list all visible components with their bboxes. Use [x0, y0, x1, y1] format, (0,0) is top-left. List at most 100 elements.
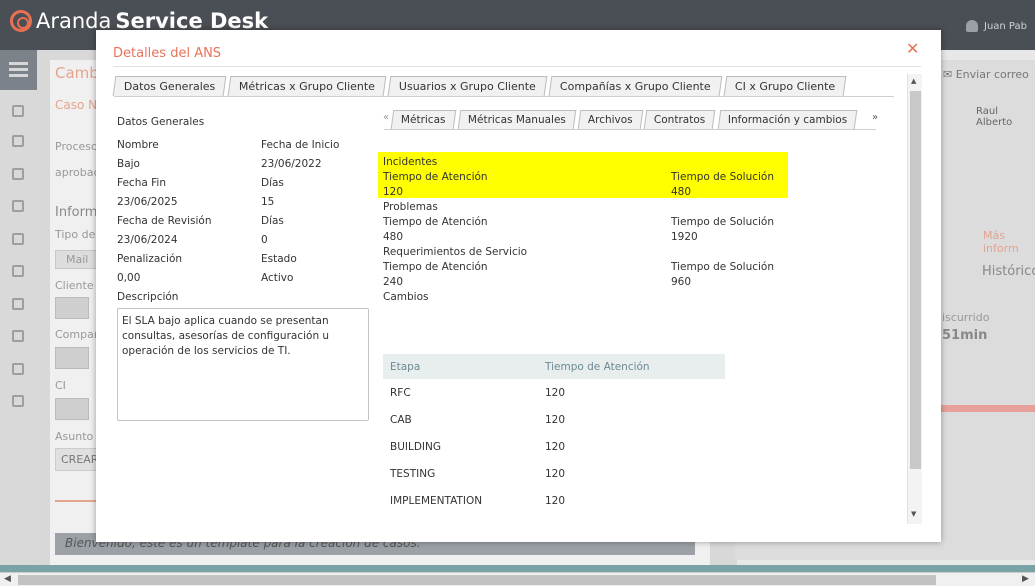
close-icon[interactable]: ✕ — [906, 39, 919, 58]
more-info-link[interactable]: Más inform — [983, 229, 1035, 255]
bg-text: Compañ — [55, 328, 101, 341]
cell-tiempo: 120 — [545, 494, 566, 507]
fire-icon[interactable] — [12, 233, 24, 245]
refresh-icon[interactable] — [12, 265, 24, 277]
cell-etapa: TESTING — [390, 467, 436, 480]
document-icon[interactable] — [12, 135, 24, 147]
requerimientos-atencion-label: Tiempo de Atención — [383, 261, 488, 273]
descripcion-label: Descripción — [117, 291, 179, 303]
ans-details-modal: Detalles del ANS ✕ Datos Generales Métri… — [96, 30, 941, 542]
incidentes-atencion-label: Tiempo de Atención — [383, 171, 488, 183]
elapsed-label: iscurrido — [942, 311, 990, 324]
modal-vertical-scrollbar[interactable]: ▲ ▼ — [907, 74, 922, 524]
bell-icon[interactable] — [12, 330, 24, 342]
cell-etapa: RFC — [390, 386, 411, 399]
filter-icon[interactable] — [55, 347, 89, 369]
bg-text: Cliente — [55, 279, 94, 292]
case-number-label: Caso N — [55, 98, 98, 112]
tab-companias-grupo-cliente[interactable]: Compañías x Grupo Cliente — [548, 76, 723, 96]
tab-informacion-cambios[interactable]: Información y cambios — [717, 110, 858, 129]
bg-text: Inform — [55, 205, 98, 220]
cambios-title: Cambios — [383, 291, 429, 303]
estado-label: Estado — [261, 253, 297, 265]
problemas-atencion-label: Tiempo de Atención — [383, 216, 488, 228]
cell-tiempo: 120 — [545, 440, 566, 453]
hamburger-menu-button[interactable] — [0, 50, 37, 90]
problemas-atencion-value: 480 — [383, 231, 404, 243]
cell-tiempo: 120 — [545, 467, 566, 480]
table-row: RFC 120 — [383, 379, 725, 406]
modal-title: Detalles del ANS — [113, 46, 222, 61]
user-icon — [966, 20, 978, 32]
background-title: Camb — [55, 64, 99, 82]
send-mail-link[interactable]: ✉ Enviar correo — [943, 68, 1029, 81]
descripcion-textarea[interactable]: El SLA bajo aplica cuando se presentan c… — [117, 308, 369, 421]
user-name: Juan Pab — [984, 20, 1027, 32]
scroll-left-icon[interactable]: ◀ — [4, 574, 11, 584]
filter-icon[interactable] — [55, 297, 89, 319]
nombre-label: Nombre — [117, 139, 159, 151]
penalizacion-label: Penalización — [117, 253, 183, 265]
bg-text: Proceso — [55, 140, 98, 153]
aranda-logo-icon — [10, 10, 32, 32]
cell-etapa: CAB — [390, 413, 412, 426]
incidentes-solucion-label: Tiempo de Solución — [671, 171, 775, 183]
scroll-thumb[interactable] — [910, 91, 921, 469]
scroll-thumb[interactable] — [18, 575, 936, 585]
tools-icon[interactable] — [12, 395, 24, 407]
tab-ci-grupo-cliente[interactable]: CI x Grupo Cliente — [723, 76, 847, 96]
fecha-revision-value: 23/06/2024 — [117, 234, 178, 246]
tab-label: Contratos — [654, 114, 706, 126]
horizontal-scrollbar[interactable]: ◀ ▶ — [0, 572, 1035, 586]
incidentes-title: Incidentes — [383, 156, 438, 168]
scroll-down-icon[interactable]: ▼ — [911, 510, 916, 518]
tab-label: Usuarios x Grupo Cliente — [399, 80, 537, 93]
tab-archivos[interactable]: Archivos — [577, 110, 643, 129]
incidentes-atencion-value: 120 — [383, 186, 404, 198]
user-menu[interactable]: Juan Pab — [966, 20, 1027, 32]
problemas-solucion-value: 1920 — [671, 231, 698, 243]
dias-revision-label: Días — [261, 215, 284, 227]
estado-value: Activo — [261, 272, 294, 284]
elapsed-value: 51min — [942, 328, 988, 343]
bg-field[interactable]: Mail — [55, 250, 100, 269]
clipboard-icon[interactable] — [12, 298, 24, 310]
progress-bar — [941, 405, 1035, 412]
left-nav-rail — [0, 50, 37, 570]
tab-metricas[interactable]: Métricas — [390, 110, 456, 129]
tab-label: Información y cambios — [727, 114, 847, 126]
headset-icon[interactable] — [12, 168, 24, 180]
fecha-inicio-label: Fecha de Inicio — [261, 139, 340, 151]
home-icon[interactable] — [12, 105, 24, 117]
cell-etapa: IMPLEMENTATION — [390, 494, 483, 507]
tab-label: Compañías x Grupo Cliente — [560, 80, 711, 93]
tab-contratos[interactable]: Contratos — [643, 110, 716, 129]
tab-label: CI x Grupo Cliente — [734, 80, 836, 93]
filter-icon[interactable] — [55, 398, 89, 420]
tab-label: Métricas — [400, 114, 446, 126]
tabs-divider — [114, 96, 894, 97]
table-header: Etapa Tiempo de Atención — [383, 354, 725, 379]
tab-metricas-manuales[interactable]: Métricas Manuales — [457, 110, 576, 129]
tab-usuarios-grupo-cliente[interactable]: Usuarios x Grupo Cliente — [387, 76, 548, 96]
tab-label: Datos Generales — [123, 80, 216, 93]
penalizacion-value: 0,00 — [117, 272, 141, 284]
scroll-up-icon[interactable]: ▲ — [911, 77, 916, 85]
tab-metricas-grupo-cliente[interactable]: Métricas x Grupo Cliente — [227, 76, 387, 96]
requerimientos-solucion-label: Tiempo de Solución — [671, 261, 775, 273]
tab-datos-generales[interactable]: Datos Generales — [112, 76, 227, 96]
cell-tiempo: 120 — [545, 413, 566, 426]
cell-tiempo: 120 — [545, 386, 566, 399]
user-nav-icon[interactable] — [12, 200, 24, 212]
subtabs-next-icon[interactable]: » — [872, 112, 878, 123]
bg-text: Asunto — [55, 430, 94, 443]
stages-table: Etapa Tiempo de Atención RFC 120 CAB 120… — [383, 354, 725, 514]
right-user: Raul Alberto — [976, 106, 1013, 128]
tab-label: Archivos — [587, 114, 633, 126]
book-icon[interactable] — [12, 363, 24, 375]
historic-tab[interactable]: Histórico — [982, 264, 1035, 279]
scroll-right-icon[interactable]: ▶ — [1022, 574, 1029, 584]
subtabs-divider — [384, 129, 876, 130]
fecha-inicio-value: 23/06/2022 — [261, 158, 322, 170]
fecha-fin-label: Fecha Fin — [117, 177, 166, 189]
